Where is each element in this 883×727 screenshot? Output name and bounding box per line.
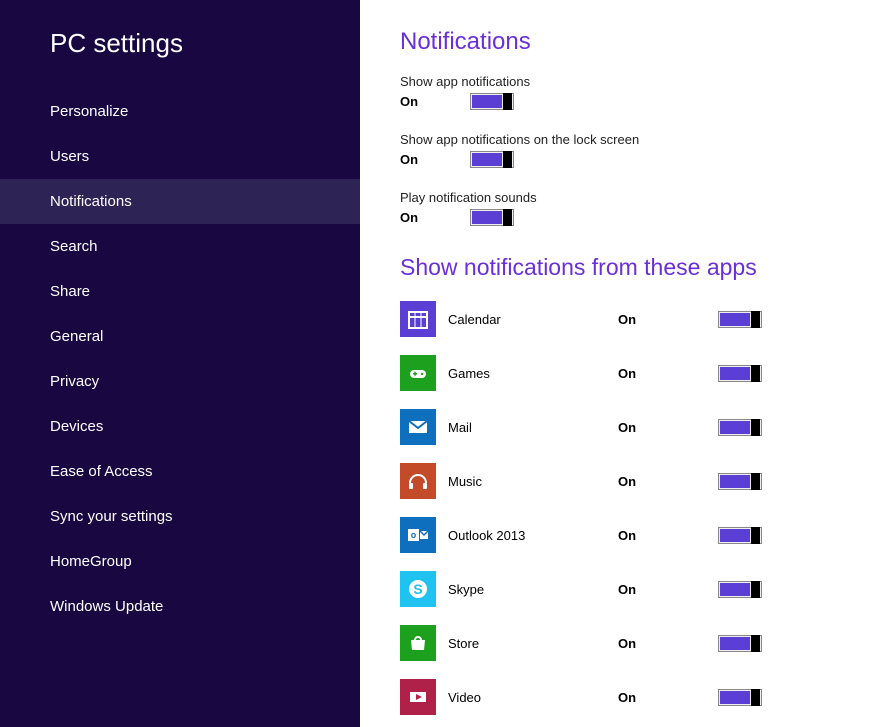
- sidebar-item-personalize[interactable]: Personalize: [0, 89, 360, 134]
- app-name: Outlook 2013: [448, 528, 618, 543]
- app-state: On: [618, 636, 718, 651]
- setting-label: Show app notifications: [400, 74, 843, 89]
- sidebar-item-windows-update[interactable]: Windows Update: [0, 584, 360, 629]
- toggle-app-store[interactable]: [718, 635, 762, 652]
- sidebar-item-notifications[interactable]: Notifications: [0, 179, 360, 224]
- app-state: On: [618, 420, 718, 435]
- store-icon: [400, 625, 436, 661]
- sidebar: PC settings Personalize Users Notification…: [0, 0, 360, 727]
- svg-text:S: S: [413, 581, 422, 597]
- music-icon: [400, 463, 436, 499]
- sidebar-item-homegroup[interactable]: HomeGroup: [0, 539, 360, 584]
- mail-icon: [400, 409, 436, 445]
- sidebar-item-search[interactable]: Search: [0, 224, 360, 269]
- sidebar-item-devices[interactable]: Devices: [0, 404, 360, 449]
- setting-label: Show app notifications on the lock scree…: [400, 132, 843, 147]
- skype-icon: S: [400, 571, 436, 607]
- app-name: Store: [448, 636, 618, 651]
- app-name: Music: [448, 474, 618, 489]
- sidebar-item-label: Devices: [50, 418, 103, 435]
- toggle-app-skype[interactable]: [718, 581, 762, 598]
- app-name: Games: [448, 366, 618, 381]
- toggle-setting-2[interactable]: [470, 209, 514, 226]
- setting-row: On: [400, 209, 843, 226]
- sidebar-item-sync-your-settings[interactable]: Sync your settings: [0, 494, 360, 539]
- app-row: MailOn: [400, 409, 843, 445]
- app-row: StoreOn: [400, 625, 843, 661]
- section-title-apps: Show notifications from these apps: [400, 254, 843, 281]
- sidebar-item-label: Search: [50, 238, 98, 255]
- app-row: CalendarOn: [400, 301, 843, 337]
- app-state: On: [618, 528, 718, 543]
- toggle-app-music[interactable]: [718, 473, 762, 490]
- toggle-app-games[interactable]: [718, 365, 762, 382]
- app-name: Mail: [448, 420, 618, 435]
- setting-group: Play notification sounds On: [400, 190, 843, 226]
- setting-value: On: [400, 152, 470, 167]
- app-row: o Outlook 2013On: [400, 517, 843, 553]
- app-name: Skype: [448, 582, 618, 597]
- app-name: Calendar: [448, 312, 618, 327]
- app-row: VideoOn: [400, 679, 843, 715]
- sidebar-item-ease-of-access[interactable]: Ease of Access: [0, 449, 360, 494]
- outlook-icon: o: [400, 517, 436, 553]
- page-title: PC settings: [0, 28, 360, 89]
- app-row: GamesOn: [400, 355, 843, 391]
- toggle-app-mail[interactable]: [718, 419, 762, 436]
- sidebar-item-label: General: [50, 328, 103, 345]
- main-panel: Notifications Show app notificationsOnSh…: [360, 0, 883, 727]
- app-row: MusicOn: [400, 463, 843, 499]
- toggle-app-outlook[interactable]: [718, 527, 762, 544]
- sidebar-item-label: Ease of Access: [50, 463, 153, 480]
- sidebar-item-privacy[interactable]: Privacy: [0, 359, 360, 404]
- sidebar-item-label: Privacy: [50, 373, 99, 390]
- setting-value: On: [400, 94, 470, 109]
- app-state: On: [618, 312, 718, 327]
- sidebar-item-label: HomeGroup: [50, 553, 132, 570]
- app-name: Video: [448, 690, 618, 705]
- setting-group: Show app notifications On: [400, 74, 843, 110]
- app-state: On: [618, 474, 718, 489]
- sidebar-item-label: Windows Update: [50, 598, 163, 615]
- app-state: On: [618, 690, 718, 705]
- setting-row: On: [400, 151, 843, 168]
- app-state: On: [618, 582, 718, 597]
- toggle-app-calendar[interactable]: [718, 311, 762, 328]
- app-state: On: [618, 366, 718, 381]
- setting-row: On: [400, 93, 843, 110]
- sidebar-item-label: Sync your settings: [50, 508, 173, 525]
- sidebar-item-label: Users: [50, 148, 89, 165]
- sidebar-item-label: Notifications: [50, 193, 132, 210]
- sidebar-item-general[interactable]: General: [0, 314, 360, 359]
- video-icon: [400, 679, 436, 715]
- toggle-setting-1[interactable]: [470, 151, 514, 168]
- toggle-app-video[interactable]: [718, 689, 762, 706]
- section-title-notifications: Notifications: [400, 28, 843, 56]
- toggle-setting-0[interactable]: [470, 93, 514, 110]
- sidebar-item-label: Personalize: [50, 103, 128, 120]
- sidebar-item-label: Share: [50, 283, 90, 300]
- svg-text:o: o: [411, 530, 417, 540]
- games-icon: [400, 355, 436, 391]
- calendar-icon: [400, 301, 436, 337]
- setting-label: Play notification sounds: [400, 190, 843, 205]
- sidebar-item-share[interactable]: Share: [0, 269, 360, 314]
- setting-group: Show app notifications on the lock scree…: [400, 132, 843, 168]
- setting-value: On: [400, 210, 470, 225]
- app-row: S SkypeOn: [400, 571, 843, 607]
- sidebar-item-users[interactable]: Users: [0, 134, 360, 179]
